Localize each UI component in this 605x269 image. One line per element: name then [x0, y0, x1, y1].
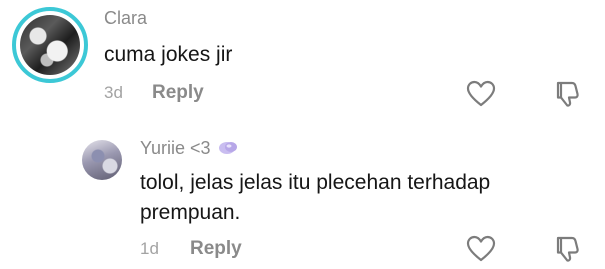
thumbs-down-icon[interactable]: [552, 234, 582, 264]
bubble-badge-icon: [218, 141, 237, 154]
heart-icon[interactable]: [466, 235, 496, 263]
comment-username[interactable]: Clara: [104, 8, 147, 29]
thumbs-down-icon[interactable]: [552, 79, 582, 109]
reply-button[interactable]: Reply: [152, 82, 204, 104]
comment-username[interactable]: Yuriie <3: [140, 138, 238, 159]
avatar[interactable]: [12, 7, 88, 83]
reply-button[interactable]: Reply: [190, 238, 242, 260]
comment-text-line2: prempuan.: [140, 201, 241, 224]
heart-icon[interactable]: [466, 80, 496, 108]
avatar-image: [20, 15, 80, 75]
comment-text-line1: tolol, jelas jelas itu plecehan terhadap: [140, 171, 491, 194]
comment-username-text: Yuriie <3: [140, 138, 211, 158]
comment-timestamp: 3d: [104, 83, 123, 102]
comment-text: cuma jokes jir: [104, 43, 233, 66]
avatar[interactable]: [82, 140, 122, 180]
comment-timestamp: 1d: [140, 239, 159, 258]
